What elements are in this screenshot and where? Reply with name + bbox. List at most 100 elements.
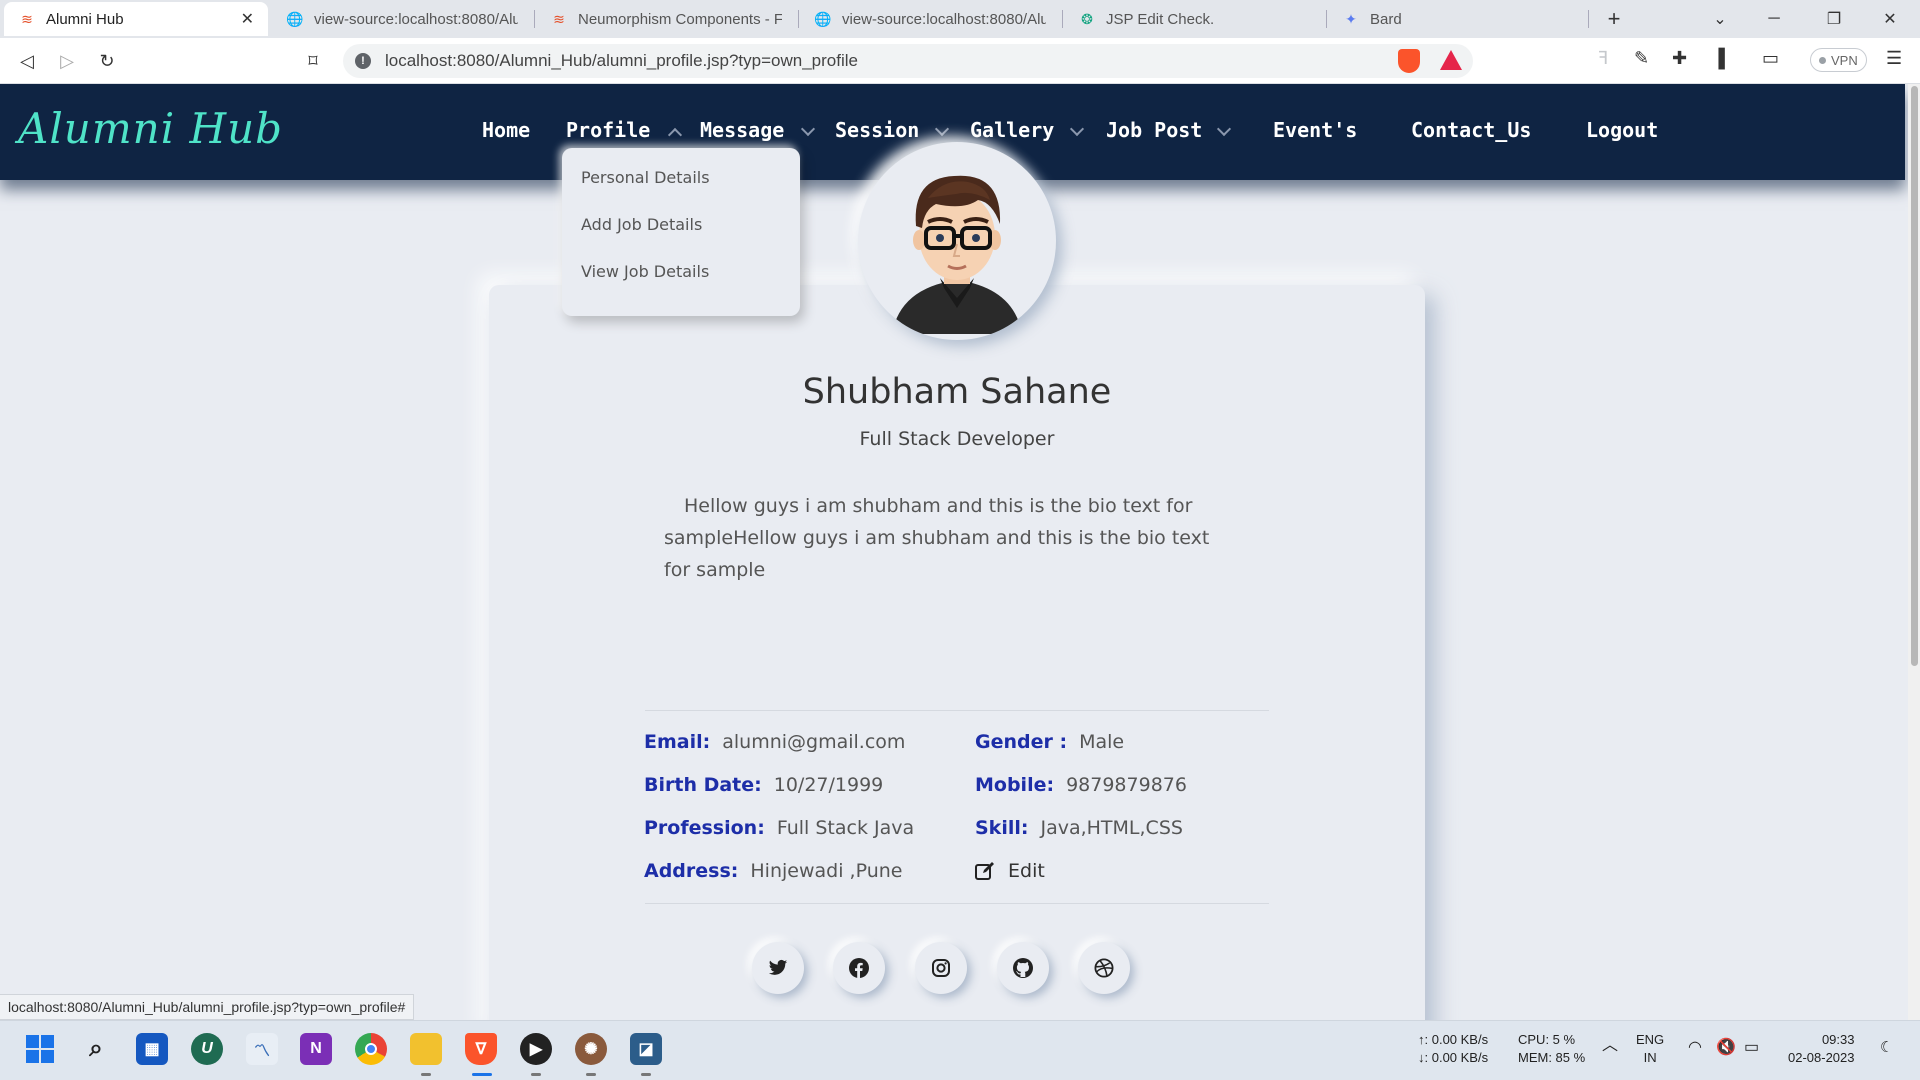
tab-jsp-edit[interactable]: ❂ JSP Edit Check.: [1064, 2, 1324, 36]
skill-field: Skill: Java,HTML,CSS: [975, 817, 1183, 839]
session-chevron-down-icon: [934, 121, 950, 137]
edit-profile-button[interactable]: Edit: [974, 860, 1045, 882]
site-logo[interactable]: Alumni Hub: [18, 104, 283, 153]
tab-search-chevron-icon[interactable]: ⌄: [1692, 0, 1748, 38]
address-bar[interactable]: ! localhost:8080/Alumni_Hub/alumni_profi…: [343, 44, 1473, 78]
menu-add-job-details[interactable]: Add Job Details: [581, 215, 702, 234]
scrollbar-thumb[interactable]: [1911, 86, 1918, 666]
notifications-moon-icon[interactable]: ☾: [1880, 1039, 1893, 1057]
tab-view-source-1[interactable]: 🌐 view-source:localhost:8080/Alum: [272, 2, 532, 36]
eyedropper-icon[interactable]: ✎: [1634, 48, 1649, 69]
file-explorer-icon[interactable]: [410, 1033, 442, 1065]
brave-rewards-icon[interactable]: [1440, 50, 1462, 70]
brave-browser-icon[interactable]: ᐁ: [465, 1033, 497, 1065]
search-icon[interactable]: ⌕: [80, 1033, 112, 1065]
menu-icon[interactable]: ☰: [1886, 48, 1902, 69]
extensions-icon[interactable]: ✚: [1672, 48, 1687, 69]
active-indicator: [472, 1073, 492, 1076]
dribbble-button[interactable]: [1078, 942, 1130, 994]
chrome-icon[interactable]: [355, 1033, 387, 1065]
bookmark-icon[interactable]: ⌑: [298, 46, 328, 76]
avatar: [858, 142, 1056, 340]
facebook-button[interactable]: [833, 942, 885, 994]
battery-icon[interactable]: ▭: [1744, 1039, 1759, 1057]
onenote-icon[interactable]: N: [300, 1033, 332, 1065]
restore-button[interactable]: ❐: [1806, 0, 1862, 38]
vpn-button[interactable]: VPN: [1810, 48, 1867, 72]
tab-title: JSP Edit Check.: [1106, 10, 1215, 28]
new-tab-button[interactable]: +: [1586, 0, 1642, 38]
running-indicator: [641, 1073, 651, 1076]
profile-chevron-up-icon: [667, 127, 683, 143]
tab-bard[interactable]: ✦ Bard: [1328, 2, 1588, 36]
close-window-button[interactable]: ✕: [1862, 0, 1918, 38]
address-label: Address:: [644, 860, 739, 882]
clock[interactable]: 09:33 02-08-2023: [1788, 1031, 1855, 1067]
clock-time: 09:33: [1821, 1032, 1855, 1047]
job-post-chevron-down-icon: [1216, 121, 1232, 137]
site-info-icon[interactable]: !: [355, 53, 371, 69]
url-text[interactable]: localhost:8080/Alumni_Hub/alumni_profile…: [385, 51, 858, 71]
tab-alumni-hub[interactable]: ≋ Alumni Hub ✕: [4, 2, 268, 36]
twitter-button[interactable]: [752, 942, 804, 994]
wallet-icon[interactable]: ▭: [1762, 48, 1779, 69]
microsoft-store-icon[interactable]: ▦: [136, 1033, 168, 1065]
gallery-chevron-down-icon: [1069, 121, 1085, 137]
back-button[interactable]: ◁: [12, 46, 42, 76]
cpu-usage: CPU: 5 %: [1518, 1032, 1576, 1047]
dribbble-icon: [1094, 958, 1114, 978]
profile-bio: Hellow guys i am shubham and this is the…: [664, 495, 1210, 581]
edit-label: Edit: [1008, 860, 1045, 882]
nav-session[interactable]: Session: [835, 118, 919, 142]
upwork-app-icon[interactable]: U: [191, 1033, 223, 1065]
tab-view-source-2[interactable]: 🌐 view-source:localhost:8080/Alum: [800, 2, 1060, 36]
media-player-icon[interactable]: ▶: [520, 1033, 552, 1065]
tab-separator: [1326, 10, 1327, 28]
tab-neumorphism[interactable]: ≋ Neumorphism Components - For: [536, 2, 796, 36]
chevron-up-icon[interactable]: ︿: [1602, 1037, 1618, 1055]
close-tab-icon[interactable]: ✕: [241, 9, 254, 29]
tab-title: Bard: [1370, 10, 1402, 28]
nav-gallery[interactable]: Gallery: [970, 118, 1054, 142]
forward-button[interactable]: ▷: [52, 46, 82, 76]
tab-title: Alumni Hub: [46, 10, 124, 28]
menu-view-job-details[interactable]: View Job Details: [581, 262, 709, 281]
reader-icon[interactable]: ꟻ: [1598, 48, 1608, 69]
minimize-button[interactable]: ─: [1746, 0, 1802, 38]
nav-profile[interactable]: Profile: [566, 118, 650, 142]
clock-date: 02-08-2023: [1788, 1050, 1855, 1065]
language-indicator[interactable]: ENG IN: [1636, 1031, 1664, 1067]
sidebar-icon[interactable]: ▐: [1712, 48, 1725, 69]
instagram-icon: [932, 959, 950, 977]
html5-favicon-icon: ≋: [553, 10, 565, 27]
performance-monitor-icon[interactable]: 〽: [246, 1033, 278, 1065]
browser-tab-strip: ≋ Alumni Hub ✕ 🌐 view-source:localhost:8…: [0, 0, 1920, 38]
tomcat-icon[interactable]: ✺: [575, 1033, 607, 1065]
vpn-label: VPN: [1831, 52, 1858, 68]
nav-message[interactable]: Message: [700, 118, 784, 142]
ide-icon[interactable]: ◪: [630, 1033, 662, 1065]
menu-personal-details[interactable]: Personal Details: [581, 168, 710, 187]
nav-job-post[interactable]: Job Post: [1106, 118, 1202, 142]
facebook-icon: [849, 958, 869, 978]
brave-shields-icon[interactable]: [1398, 49, 1420, 73]
nav-home[interactable]: Home: [482, 118, 530, 142]
profile-role: Full Stack Developer: [859, 428, 1055, 450]
avatar-cartoon-image: [864, 148, 1050, 334]
reload-button[interactable]: ↻: [92, 46, 122, 76]
profile-dropdown-menu: Personal Details Add Job Details View Jo…: [562, 148, 800, 316]
tab-title: Neumorphism Components - For: [578, 10, 782, 28]
birth-date-value: 10/27/1999: [773, 774, 884, 796]
volume-muted-icon[interactable]: 🔇: [1716, 1039, 1736, 1057]
wifi-icon[interactable]: ◠: [1688, 1039, 1702, 1057]
nav-events[interactable]: Event's: [1273, 118, 1357, 142]
github-button[interactable]: [997, 942, 1049, 994]
twitter-icon: [768, 959, 788, 975]
email-field: Email: alumni@gmail.com: [644, 731, 905, 753]
nav-logout[interactable]: Logout: [1586, 118, 1658, 142]
windows-start-icon[interactable]: [24, 1033, 56, 1065]
mobile-label: Mobile:: [975, 774, 1055, 796]
nav-contact-us[interactable]: Contact_Us: [1411, 118, 1531, 142]
system-usage: CPU: 5 % MEM: 85 %: [1518, 1031, 1585, 1067]
instagram-button[interactable]: [915, 942, 967, 994]
